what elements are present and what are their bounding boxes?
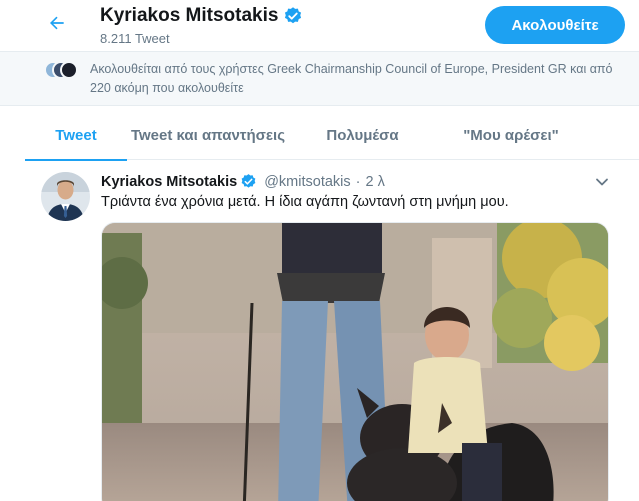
profile-header: Kyriakos Mitsotakis 8.211 Tweet Ακολουθε… bbox=[0, 0, 639, 52]
following-button[interactable]: Ακολουθείτε bbox=[485, 6, 625, 44]
profile-name-row: Kyriakos Mitsotakis bbox=[100, 5, 303, 27]
tweet-author-handle[interactable]: @kmitsotakis bbox=[264, 174, 350, 190]
verified-badge-icon bbox=[283, 6, 303, 26]
profile-name: Kyriakos Mitsotakis bbox=[100, 5, 279, 26]
tweet[interactable]: Kyriakos Mitsotakis @kmitsotakis · 2 λ Τ… bbox=[25, 161, 639, 501]
tab-media[interactable]: Πολυμέσα bbox=[289, 110, 436, 160]
back-button[interactable] bbox=[42, 10, 72, 40]
followed-by-text: Ακολουθείται από τους χρήστες Greek Chai… bbox=[90, 62, 613, 95]
verified-badge-icon bbox=[237, 173, 257, 190]
tweet-author-name[interactable]: Kyriakos Mitsotakis bbox=[101, 174, 237, 190]
tab-tweets[interactable]: Tweet bbox=[25, 110, 127, 161]
avatar bbox=[60, 61, 78, 79]
back-arrow-icon bbox=[47, 13, 67, 38]
tweet-menu-button[interactable] bbox=[593, 173, 611, 191]
chevron-down-icon bbox=[593, 178, 611, 195]
followers-avatars bbox=[44, 61, 78, 79]
tweet-text: Τριάντα ένα χρόνια μετά. Η ίδια αγάπη ζω… bbox=[101, 194, 509, 210]
tweet-count: 8.211 Tweet bbox=[100, 31, 170, 46]
tweet-avatar[interactable] bbox=[41, 172, 90, 221]
profile-tabs: Tweet Tweet και απαντήσεις Πολυμέσα "Μου… bbox=[25, 110, 639, 161]
tweet-header: Kyriakos Mitsotakis @kmitsotakis · 2 λ bbox=[101, 173, 385, 190]
followed-by-row[interactable]: Ακολουθείται από τους χρήστες Greek Chai… bbox=[0, 52, 639, 106]
tweet-timestamp[interactable]: 2 λ bbox=[365, 174, 384, 190]
tweet-photo[interactable] bbox=[101, 222, 609, 501]
tab-likes[interactable]: "Μου αρέσει" bbox=[436, 110, 586, 160]
tab-tweets-and-replies[interactable]: Tweet και απαντήσεις bbox=[127, 110, 289, 160]
separator-dot: · bbox=[355, 173, 361, 190]
